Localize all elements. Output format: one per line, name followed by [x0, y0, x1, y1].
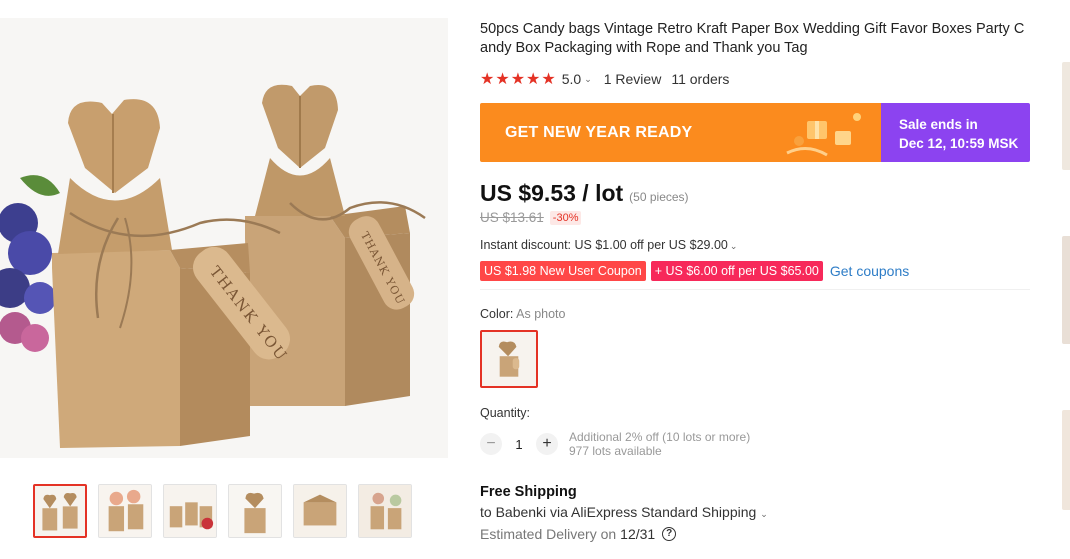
instant-discount[interactable]: Instant discount: US $1.00 off per US $2…	[480, 238, 1032, 252]
shipping-title: Free Shipping	[480, 484, 577, 500]
recommended-item-thumb[interactable]	[1062, 410, 1070, 510]
sale-timer: Sale ends in Dec 12, 10:59 MSK	[881, 103, 1030, 162]
quantity-input[interactable]: 1	[502, 437, 536, 452]
star-rating-icon: ★★★★★	[480, 71, 557, 88]
bulk-discount-note: Additional 2% off (10 lots or more)	[569, 430, 751, 444]
chevron-down-icon: ⌄	[760, 509, 768, 519]
recommended-item-thumb[interactable]	[1062, 236, 1070, 344]
instant-discount-text: Instant discount: US $1.00 off per US $2…	[480, 238, 728, 252]
sale-end-date: Dec 12, 10:59 MSK	[899, 136, 1019, 151]
color-value: As photo	[516, 307, 566, 321]
new-user-coupon[interactable]: US $1.98 New User Coupon	[480, 261, 646, 281]
color-label-text: Color:	[480, 307, 514, 321]
thumbnail-1[interactable]	[33, 484, 87, 538]
shipping-destination[interactable]: to Babenki via AliExpress Standard Shipp…	[480, 504, 1032, 520]
quantity-note: Additional 2% off (10 lots or more) 977 …	[569, 430, 750, 458]
quantity-stepper: − 1 + Additional 2% off (10 lots or more…	[480, 430, 1032, 458]
recommended-item-thumb[interactable]	[1062, 62, 1070, 170]
rating-row: ★★★★★ 5.0 ⌄ 1 Review 11 orders	[480, 69, 1032, 89]
price-row: US $9.53 / lot (50 pieces)	[480, 180, 1032, 207]
promo-banner-text: GET NEW YEAR READY	[505, 123, 693, 141]
current-price: US $9.53 / lot	[480, 180, 624, 206]
discount-badge: -30%	[549, 210, 582, 225]
increase-quantity-button[interactable]: +	[536, 433, 558, 455]
orders-count: 11 orders	[671, 71, 730, 87]
shipping-destination-text: to Babenki via AliExpress Standard Shipp…	[480, 504, 757, 520]
thumbnail-3[interactable]	[163, 484, 217, 538]
main-product-image[interactable]: THANK YOU THANK YOU	[0, 18, 448, 458]
color-label: Color: As photo	[480, 307, 1032, 321]
quantity-label: Quantity:	[480, 406, 531, 420]
get-coupons-link[interactable]: Get coupons	[830, 263, 909, 279]
thumbnail-4[interactable]	[228, 484, 282, 538]
help-icon[interactable]: ?	[662, 527, 677, 541]
gift-decoration-icon	[786, 113, 861, 157]
original-price: US $13.61	[480, 210, 544, 225]
product-info: 50pcs Candy bags Vintage Retro Kraft Pap…	[480, 20, 1032, 542]
thumbnail-2[interactable]	[98, 484, 152, 538]
product-title: 50pcs Candy bags Vintage Retro Kraft Pap…	[480, 21, 1025, 56]
delivery-date: 12/31	[620, 526, 656, 542]
thumbnail-strip	[33, 484, 412, 538]
sale-label: Sale ends in	[899, 117, 978, 132]
chevron-down-icon[interactable]: ⌄	[584, 74, 592, 85]
rating-value[interactable]: 5.0	[562, 71, 581, 87]
promo-banner[interactable]: GET NEW YEAR READY Sale ends in Dec 12, …	[480, 103, 1030, 162]
thumbnail-5[interactable]	[293, 484, 347, 538]
store-coupon[interactable]: + US $6.00 off per US $65.00	[650, 261, 823, 281]
stock-available: 977 lots available	[569, 444, 662, 458]
divider	[480, 289, 1030, 290]
color-option-as-photo[interactable]	[480, 330, 538, 388]
kraft-box-photo: THANK YOU THANK YOU	[0, 18, 448, 458]
decrease-quantity-button[interactable]: −	[480, 433, 502, 455]
delivery-label: Estimated Delivery on	[480, 526, 617, 542]
reviews-link[interactable]: 1 Review	[604, 71, 662, 87]
estimated-delivery: Estimated Delivery on 12/31 ?	[480, 526, 1032, 542]
lot-pieces: (50 pieces)	[629, 190, 689, 204]
original-price-row: US $13.61 -30%	[480, 210, 1032, 225]
thumbnail-6[interactable]	[358, 484, 412, 538]
chevron-down-icon: ⌄	[729, 241, 738, 251]
promo-banner-left: GET NEW YEAR READY	[480, 103, 881, 162]
coupon-row: US $1.98 New User Coupon + US $6.00 off …	[480, 261, 1032, 281]
